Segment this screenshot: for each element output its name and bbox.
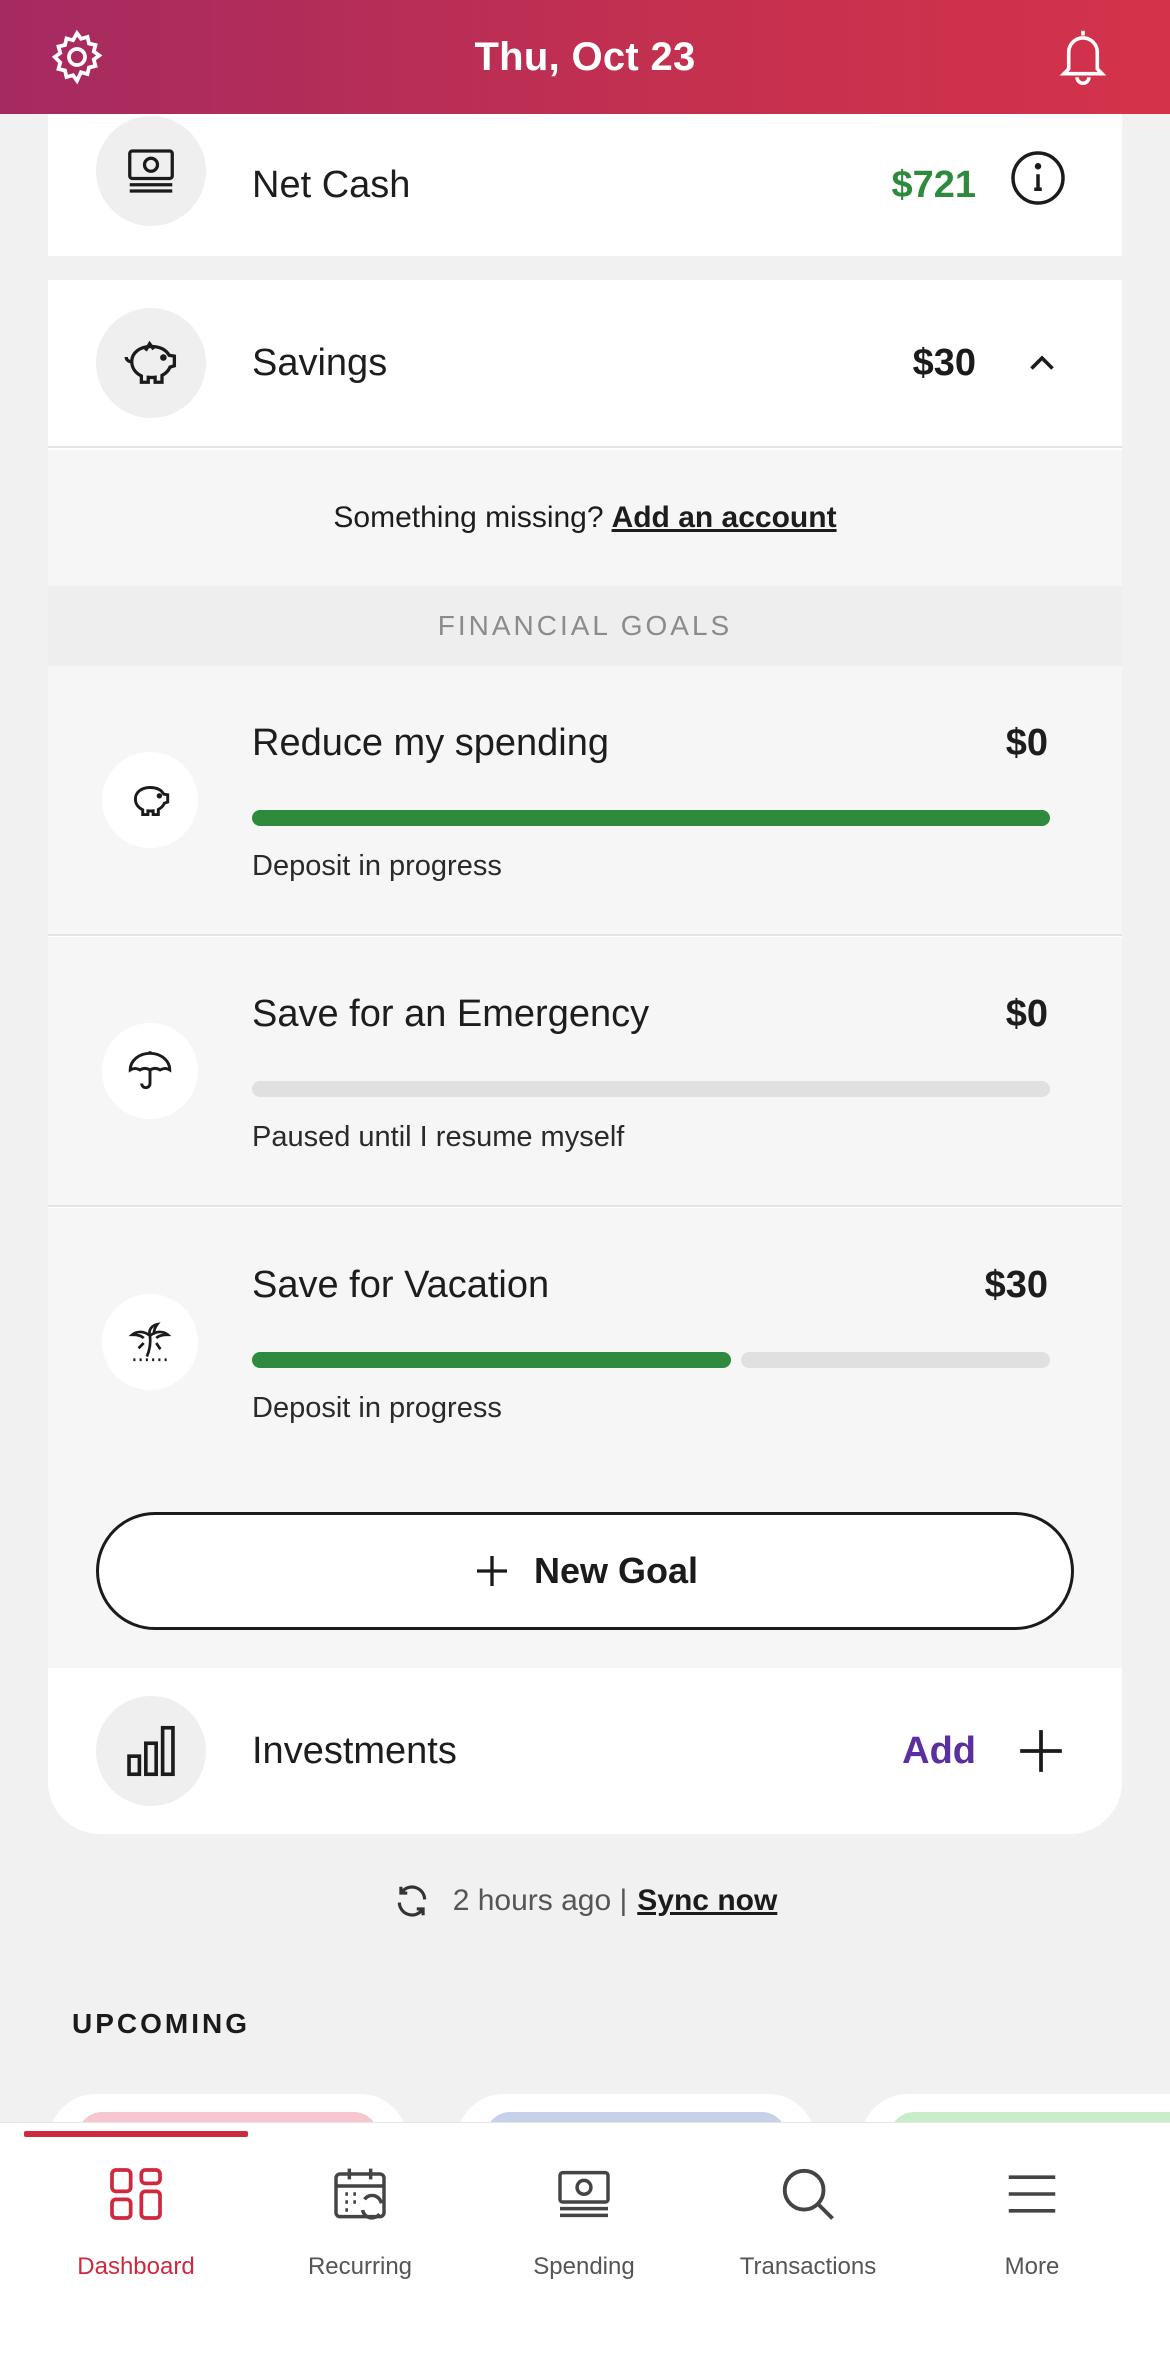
- section-gap: [48, 256, 1122, 280]
- goal-progress-bar: [252, 810, 1050, 826]
- accounts-card: Net Cash $721 Savings $30 Something miss…: [48, 114, 1122, 1834]
- missing-prompt-text: Something missing?: [333, 501, 604, 534]
- nav-spending[interactable]: Spending: [472, 2159, 696, 2309]
- progress-fill: [252, 1352, 731, 1368]
- net-cash-value: $721: [891, 163, 976, 206]
- chevron-up-icon[interactable]: [1024, 346, 1060, 387]
- nav-recurring[interactable]: Recurring: [248, 2159, 472, 2309]
- umbrella-icon: [102, 1023, 198, 1119]
- goal-status: Deposit in progress: [252, 1392, 502, 1424]
- calendar-icon: [325, 2159, 395, 2229]
- sync-status: 2 hours ago | Sync now: [0, 1876, 1170, 1926]
- goal-item[interactable]: Save for an Emergency $0 Paused until I …: [48, 937, 1122, 1207]
- goal-status: Deposit in progress: [252, 850, 502, 882]
- goal-amount: $30: [984, 1264, 1048, 1306]
- progress-fill: [252, 810, 1050, 826]
- new-goal-section: New Goal: [48, 1476, 1122, 1668]
- sync-now-link[interactable]: Sync now: [637, 1884, 777, 1918]
- nav-label: Transactions: [739, 2253, 877, 2280]
- gear-icon[interactable]: [38, 18, 116, 96]
- investments-add-link[interactable]: Add: [902, 1730, 976, 1773]
- upcoming-heading: UPCOMING: [72, 2008, 250, 2039]
- financial-goals-heading: FINANCIAL GOALS: [48, 586, 1122, 666]
- goal-status: Paused until I resume myself: [252, 1121, 625, 1153]
- savings-value: $30: [912, 341, 976, 384]
- goal-item[interactable]: Reduce my spending $0 Deposit in progres…: [48, 666, 1122, 936]
- net-cash-label: Net Cash: [252, 163, 411, 206]
- palm-tree-icon: [102, 1294, 198, 1390]
- header-date: Thu, Oct 23: [474, 34, 696, 79]
- piggy-bank-icon: [102, 752, 198, 848]
- add-account-link[interactable]: Add an account: [612, 501, 837, 535]
- add-account-prompt: Something missing? Add an account: [48, 450, 1122, 586]
- investments-label: Investments: [252, 1729, 457, 1772]
- bottom-nav: Dashboard Recurring Spending Transaction…: [0, 2122, 1170, 2374]
- info-icon[interactable]: [1008, 148, 1068, 213]
- savings-label: Savings: [252, 341, 388, 384]
- nav-label: Spending: [533, 2253, 635, 2280]
- plus-icon: [472, 1551, 512, 1591]
- new-goal-label: New Goal: [533, 1550, 699, 1591]
- cash-icon: [549, 2159, 619, 2229]
- progress-track: [252, 1081, 1050, 1097]
- bar-chart-icon: [96, 1696, 206, 1806]
- nav-label: Recurring: [307, 2253, 413, 2280]
- plus-icon[interactable]: [1016, 1726, 1066, 1781]
- search-icon: [773, 2159, 843, 2229]
- savings-row[interactable]: Savings $30: [48, 280, 1122, 448]
- piggy-bank-icon: [96, 308, 206, 418]
- goal-progress-bar: [252, 1081, 1050, 1097]
- cash-icon: [96, 116, 206, 226]
- bell-icon[interactable]: [1044, 18, 1122, 96]
- nav-more[interactable]: More: [920, 2159, 1144, 2309]
- nav-label: Dashboard: [77, 2253, 195, 2280]
- goal-amount: $0: [1005, 722, 1048, 764]
- menu-icon: [997, 2159, 1067, 2229]
- nav-dashboard[interactable]: Dashboard: [24, 2159, 248, 2309]
- goal-title: Save for an Emergency: [252, 993, 650, 1035]
- nav-label: More: [1004, 2253, 1060, 2280]
- net-cash-row[interactable]: Net Cash $721: [48, 114, 1122, 256]
- goal-title: Reduce my spending: [252, 722, 609, 764]
- dashboard-icon: [101, 2159, 171, 2229]
- goal-item[interactable]: Save for Vacation $30 Deposit in progres…: [48, 1208, 1122, 1476]
- sync-time: 2 hours ago |: [452, 1884, 628, 1917]
- progress-track: [741, 1352, 1050, 1368]
- goal-progress-bar: [252, 1352, 1050, 1368]
- active-tab-indicator: [24, 2131, 248, 2137]
- goal-title: Save for Vacation: [252, 1264, 550, 1306]
- new-goal-button[interactable]: New Goal: [96, 1512, 1074, 1630]
- refresh-icon[interactable]: [393, 1882, 431, 1920]
- nav-transactions[interactable]: Transactions: [696, 2159, 920, 2309]
- goal-amount: $0: [1005, 993, 1048, 1035]
- investments-row[interactable]: Investments Add: [48, 1668, 1122, 1834]
- app-header: Thu, Oct 23: [0, 0, 1170, 114]
